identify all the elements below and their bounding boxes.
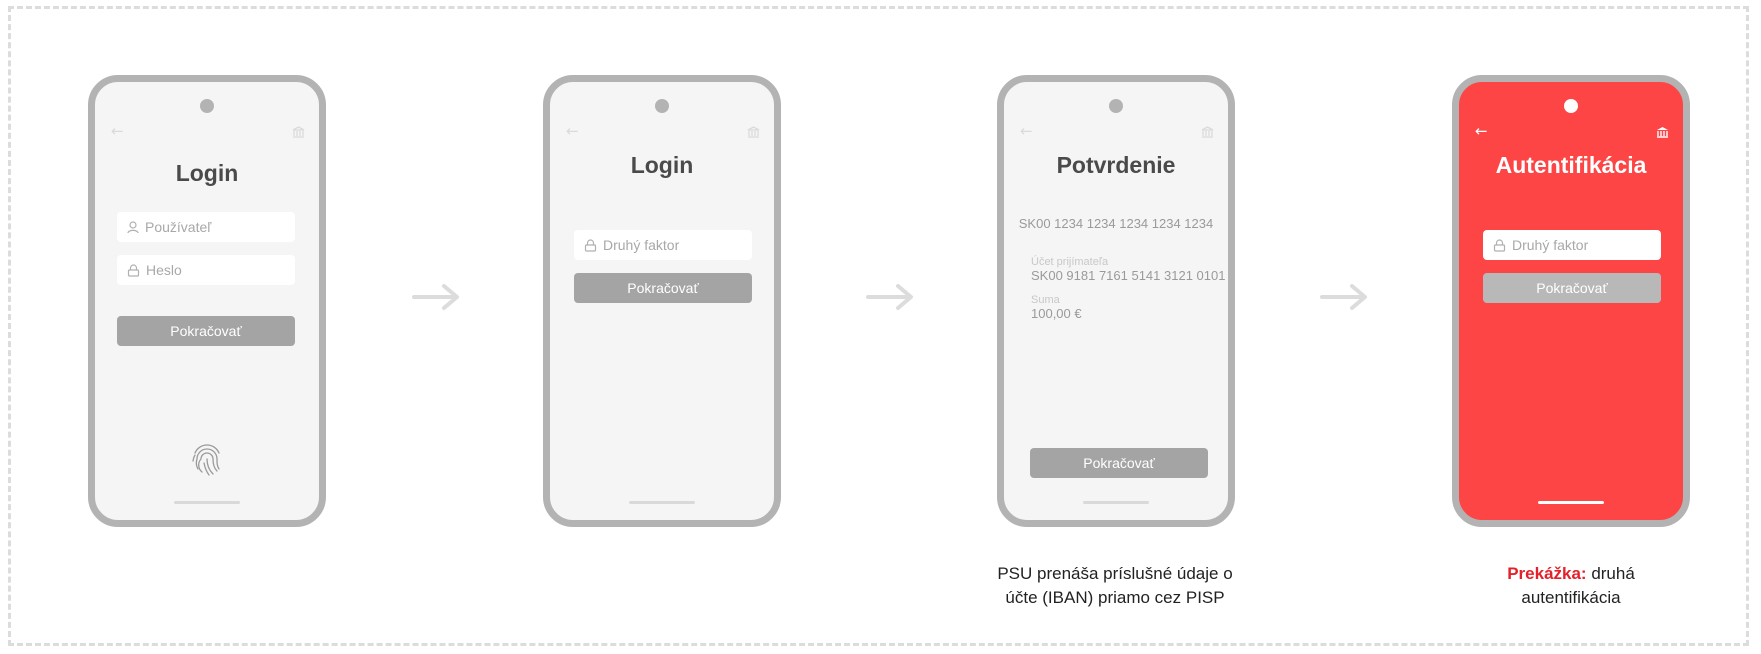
continue-button[interactable]: Pokračovať [574, 273, 752, 303]
caption-line: Prekážka: druhá [1466, 562, 1676, 586]
home-indicator [1538, 501, 1604, 504]
back-arrow-icon[interactable]: ← [1475, 122, 1488, 140]
second-factor-placeholder: Druhý faktor [603, 237, 680, 253]
home-indicator [1083, 501, 1149, 504]
caption-screen-4: Prekážka: druhá autentifikácia [1466, 562, 1676, 610]
camera-dot [1564, 99, 1578, 113]
continue-button[interactable]: Pokračovať [117, 316, 295, 346]
caption-screen-3: PSU prenáša príslušné údaje o účte (IBAN… [950, 562, 1280, 610]
amount-value: 100,00 € [1031, 306, 1082, 321]
iban-value: SK00 1234 1234 1234 1234 1234 [1018, 216, 1214, 231]
camera-dot [200, 99, 214, 113]
phone-authentication: ← Autentifikácia Druhý faktor Pokračovať [1452, 75, 1690, 527]
bank-icon[interactable] [747, 126, 760, 138]
username-field[interactable]: Používateľ [117, 212, 295, 242]
continue-button[interactable]: Pokračovať [1030, 448, 1208, 478]
back-arrow-icon[interactable]: ← [566, 122, 579, 140]
camera-dot [655, 99, 669, 113]
caption-line: autentifikácia [1521, 588, 1621, 607]
caption-text: druhá [1586, 564, 1635, 583]
bank-icon[interactable] [292, 126, 305, 138]
arrow-right-icon [412, 284, 459, 310]
lock-icon [584, 238, 597, 252]
lock-icon [1493, 238, 1506, 252]
page-title: Login [630, 152, 694, 178]
phone-login: ← Login Používateľ Heslo Pokračovať [88, 75, 326, 527]
recipient-value: SK00 9181 7161 5141 3121 0101 [1031, 268, 1226, 283]
bank-icon[interactable] [1201, 126, 1214, 138]
back-arrow-icon[interactable]: ← [111, 122, 124, 140]
second-factor-placeholder: Druhý faktor [1512, 237, 1589, 253]
caption-line: PSU prenáša príslušné údaje o [997, 564, 1233, 583]
home-indicator [629, 501, 695, 504]
username-placeholder: Používateľ [145, 219, 212, 235]
page-title: Login [175, 160, 239, 186]
recipient-label: Účet prijímateľa [1031, 256, 1109, 268]
continue-button[interactable]: Pokračovať [1483, 273, 1661, 303]
lock-icon [127, 263, 140, 277]
amount-label: Suma [1031, 294, 1060, 306]
user-icon [127, 220, 139, 233]
bank-icon[interactable] [1656, 126, 1669, 138]
page-title: Autentifikácia [1495, 152, 1647, 178]
obstacle-highlight: Prekážka: [1507, 564, 1587, 583]
phone-confirmation: ← Potvrdenie SK00 1234 1234 1234 1234 12… [997, 75, 1235, 527]
home-indicator [174, 501, 240, 504]
password-placeholder: Heslo [146, 262, 182, 278]
second-factor-field[interactable]: Druhý faktor [574, 230, 752, 260]
fingerprint-icon[interactable] [189, 439, 225, 477]
arrow-right-icon [1320, 284, 1367, 310]
arrow-right-icon [866, 284, 913, 310]
camera-dot [1109, 99, 1123, 113]
password-field[interactable]: Heslo [117, 255, 295, 285]
page-title: Potvrdenie [1056, 152, 1176, 178]
second-factor-field[interactable]: Druhý faktor [1483, 230, 1661, 260]
caption-line: účte (IBAN) priamo cez PISP [1005, 588, 1225, 607]
back-arrow-icon[interactable]: ← [1020, 122, 1033, 140]
phone-second-factor: ← Login Druhý faktor Pokračovať [543, 75, 781, 527]
